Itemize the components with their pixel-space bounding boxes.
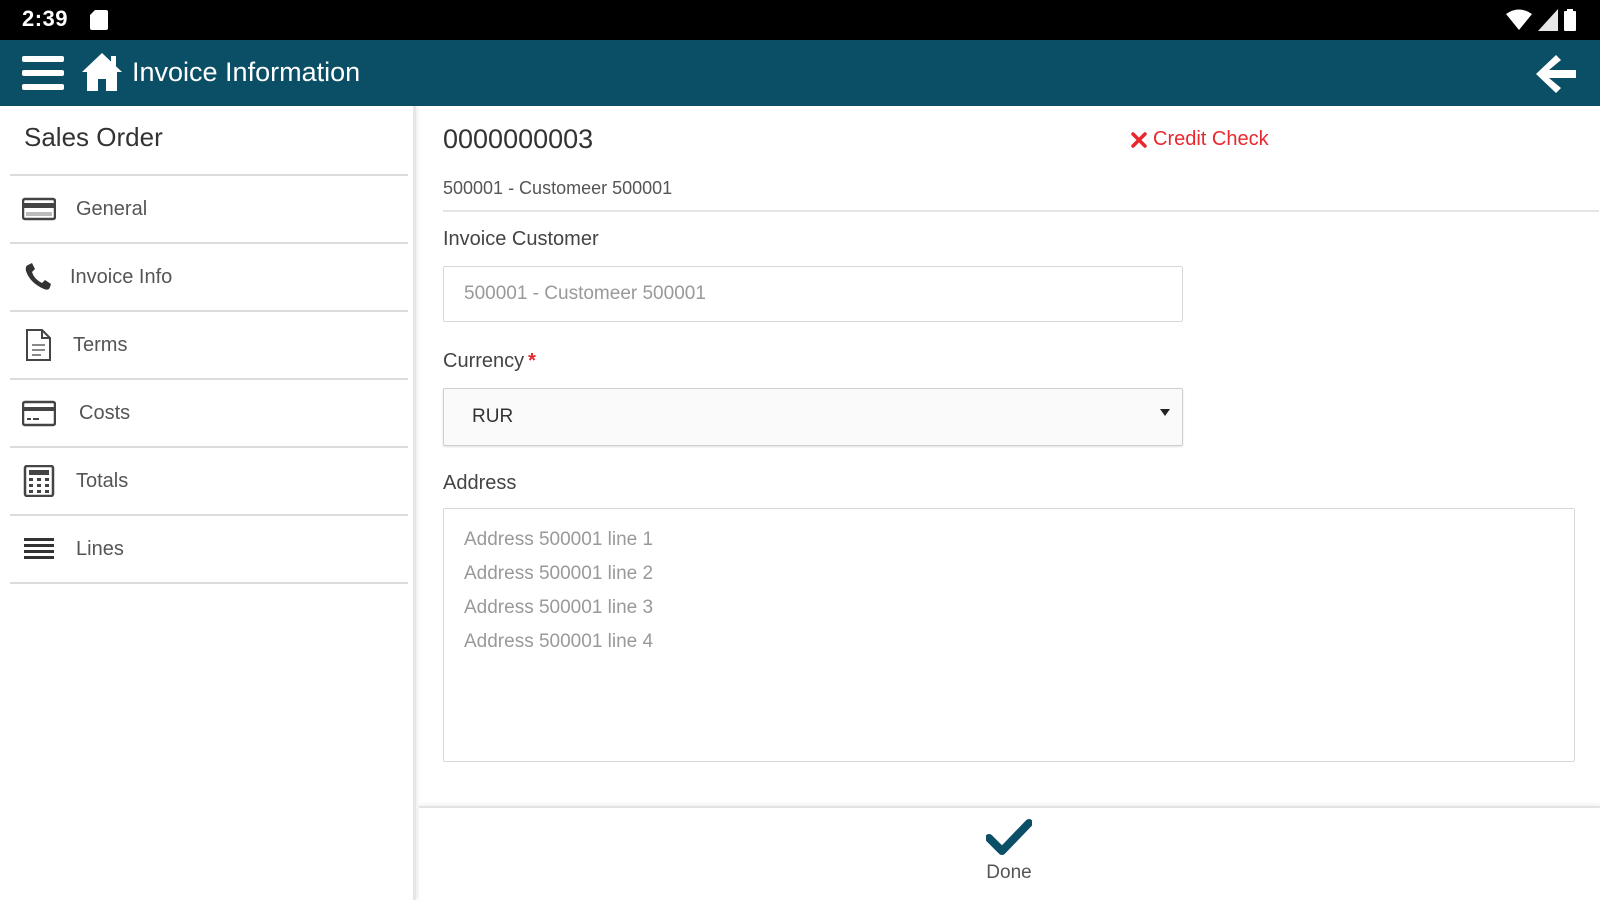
close-x-icon xyxy=(1131,131,1147,148)
address-textarea[interactable]: Address 500001 line 1 Address 500001 lin… xyxy=(443,508,1575,762)
currency-selected-value: RUR xyxy=(472,406,514,427)
status-bar: 2:39 xyxy=(0,0,1600,40)
done-label: Done xyxy=(986,862,1032,883)
sidebar-item-label: Costs xyxy=(79,402,131,424)
credit-check-link[interactable]: Credit Check xyxy=(1131,128,1269,151)
battery-icon xyxy=(1564,9,1576,31)
home-icon[interactable] xyxy=(80,51,124,93)
sidebar-item-general[interactable]: General xyxy=(10,176,408,244)
card-icon xyxy=(21,193,57,225)
app-bar: Invoice Information xyxy=(0,40,1600,106)
currency-label-text: Currency xyxy=(443,350,525,372)
main-panel: 0000000003 Credit Check 500001 - Custome… xyxy=(419,106,1600,806)
address-line: Address 500001 line 2 xyxy=(464,563,654,584)
list-icon xyxy=(22,533,56,565)
checkmark-icon xyxy=(986,819,1032,855)
sidebar-item-totals[interactable]: Totals xyxy=(10,448,408,516)
credit-card-icon xyxy=(21,397,57,429)
hamburger-menu-icon[interactable] xyxy=(22,54,64,92)
invoice-customer-field[interactable]: 500001 - Customeer 500001 xyxy=(443,266,1183,322)
dropdown-caret-icon xyxy=(1160,409,1170,416)
credit-check-label: Credit Check xyxy=(1153,128,1269,150)
address-line: Address 500001 line 1 xyxy=(464,529,654,550)
invoice-customer-value: 500001 - Customeer 500001 xyxy=(464,283,706,304)
sidebar-item-lines[interactable]: Lines xyxy=(10,516,408,584)
sidebar-item-label: General xyxy=(76,198,148,220)
sidebar-nav: General Invoice Info Terms Costs Totals … xyxy=(10,174,408,584)
sidebar-item-label: Lines xyxy=(76,538,124,560)
back-arrow-icon[interactable] xyxy=(1534,53,1578,95)
currency-select[interactable]: RUR xyxy=(443,388,1183,446)
currency-label: Currency * xyxy=(443,350,536,373)
sidebar-item-label: Totals xyxy=(76,470,129,492)
wifi-icon xyxy=(1506,9,1532,30)
sidebar-item-costs[interactable]: Costs xyxy=(10,380,408,448)
document-icon xyxy=(22,329,56,361)
status-time: 2:39 xyxy=(22,6,69,31)
sidebar-item-terms[interactable]: Terms xyxy=(10,312,408,380)
sidebar-item-label: Invoice Info xyxy=(70,266,173,288)
done-button[interactable]: Done xyxy=(969,818,1049,898)
sidebar-item-invoice-info[interactable]: Invoice Info xyxy=(10,244,408,312)
system-icons xyxy=(1506,9,1576,31)
sd-card-icon xyxy=(90,10,108,35)
calculator-icon xyxy=(22,464,56,498)
address-line: Address 500001 line 3 xyxy=(464,597,654,618)
cellular-signal-icon xyxy=(1538,9,1558,31)
required-marker: * xyxy=(528,350,536,372)
address-line: Address 500001 line 4 xyxy=(464,631,654,652)
phone-icon xyxy=(22,261,56,293)
order-number: 0000000003 xyxy=(443,124,594,154)
sidebar-heading: Sales Order xyxy=(24,122,163,152)
sidebar: Sales Order General Invoice Info Terms C… xyxy=(0,106,416,900)
invoice-customer-label: Invoice Customer xyxy=(443,228,599,250)
footer-bar: Done xyxy=(419,806,1600,900)
address-label: Address xyxy=(443,472,517,494)
sidebar-item-label: Terms xyxy=(73,334,128,356)
page-title: Invoice Information xyxy=(132,57,361,87)
customer-summary: 500001 - Customeer 500001 xyxy=(443,178,1599,212)
